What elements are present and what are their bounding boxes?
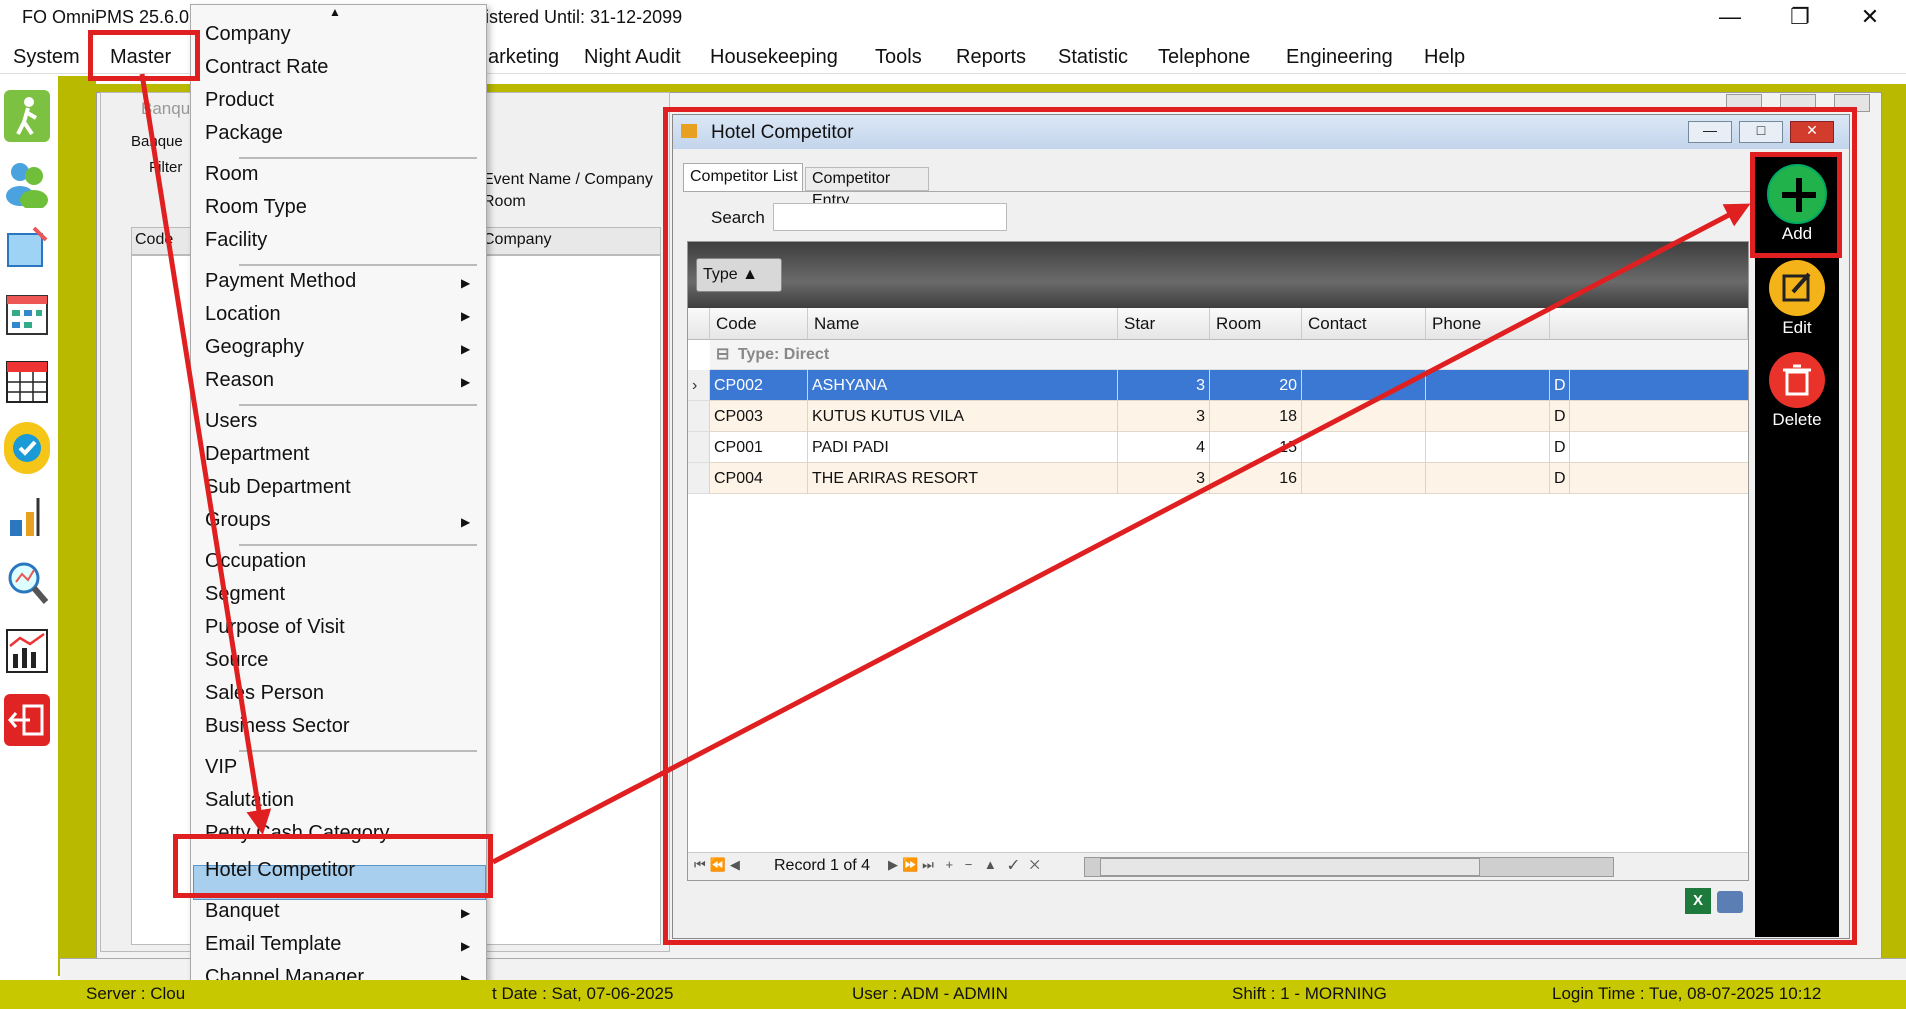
annotation-arrows [139, 73, 1751, 865]
arrow-item-to-add [491, 203, 1751, 865]
arrow-master-to-item [139, 73, 272, 835]
